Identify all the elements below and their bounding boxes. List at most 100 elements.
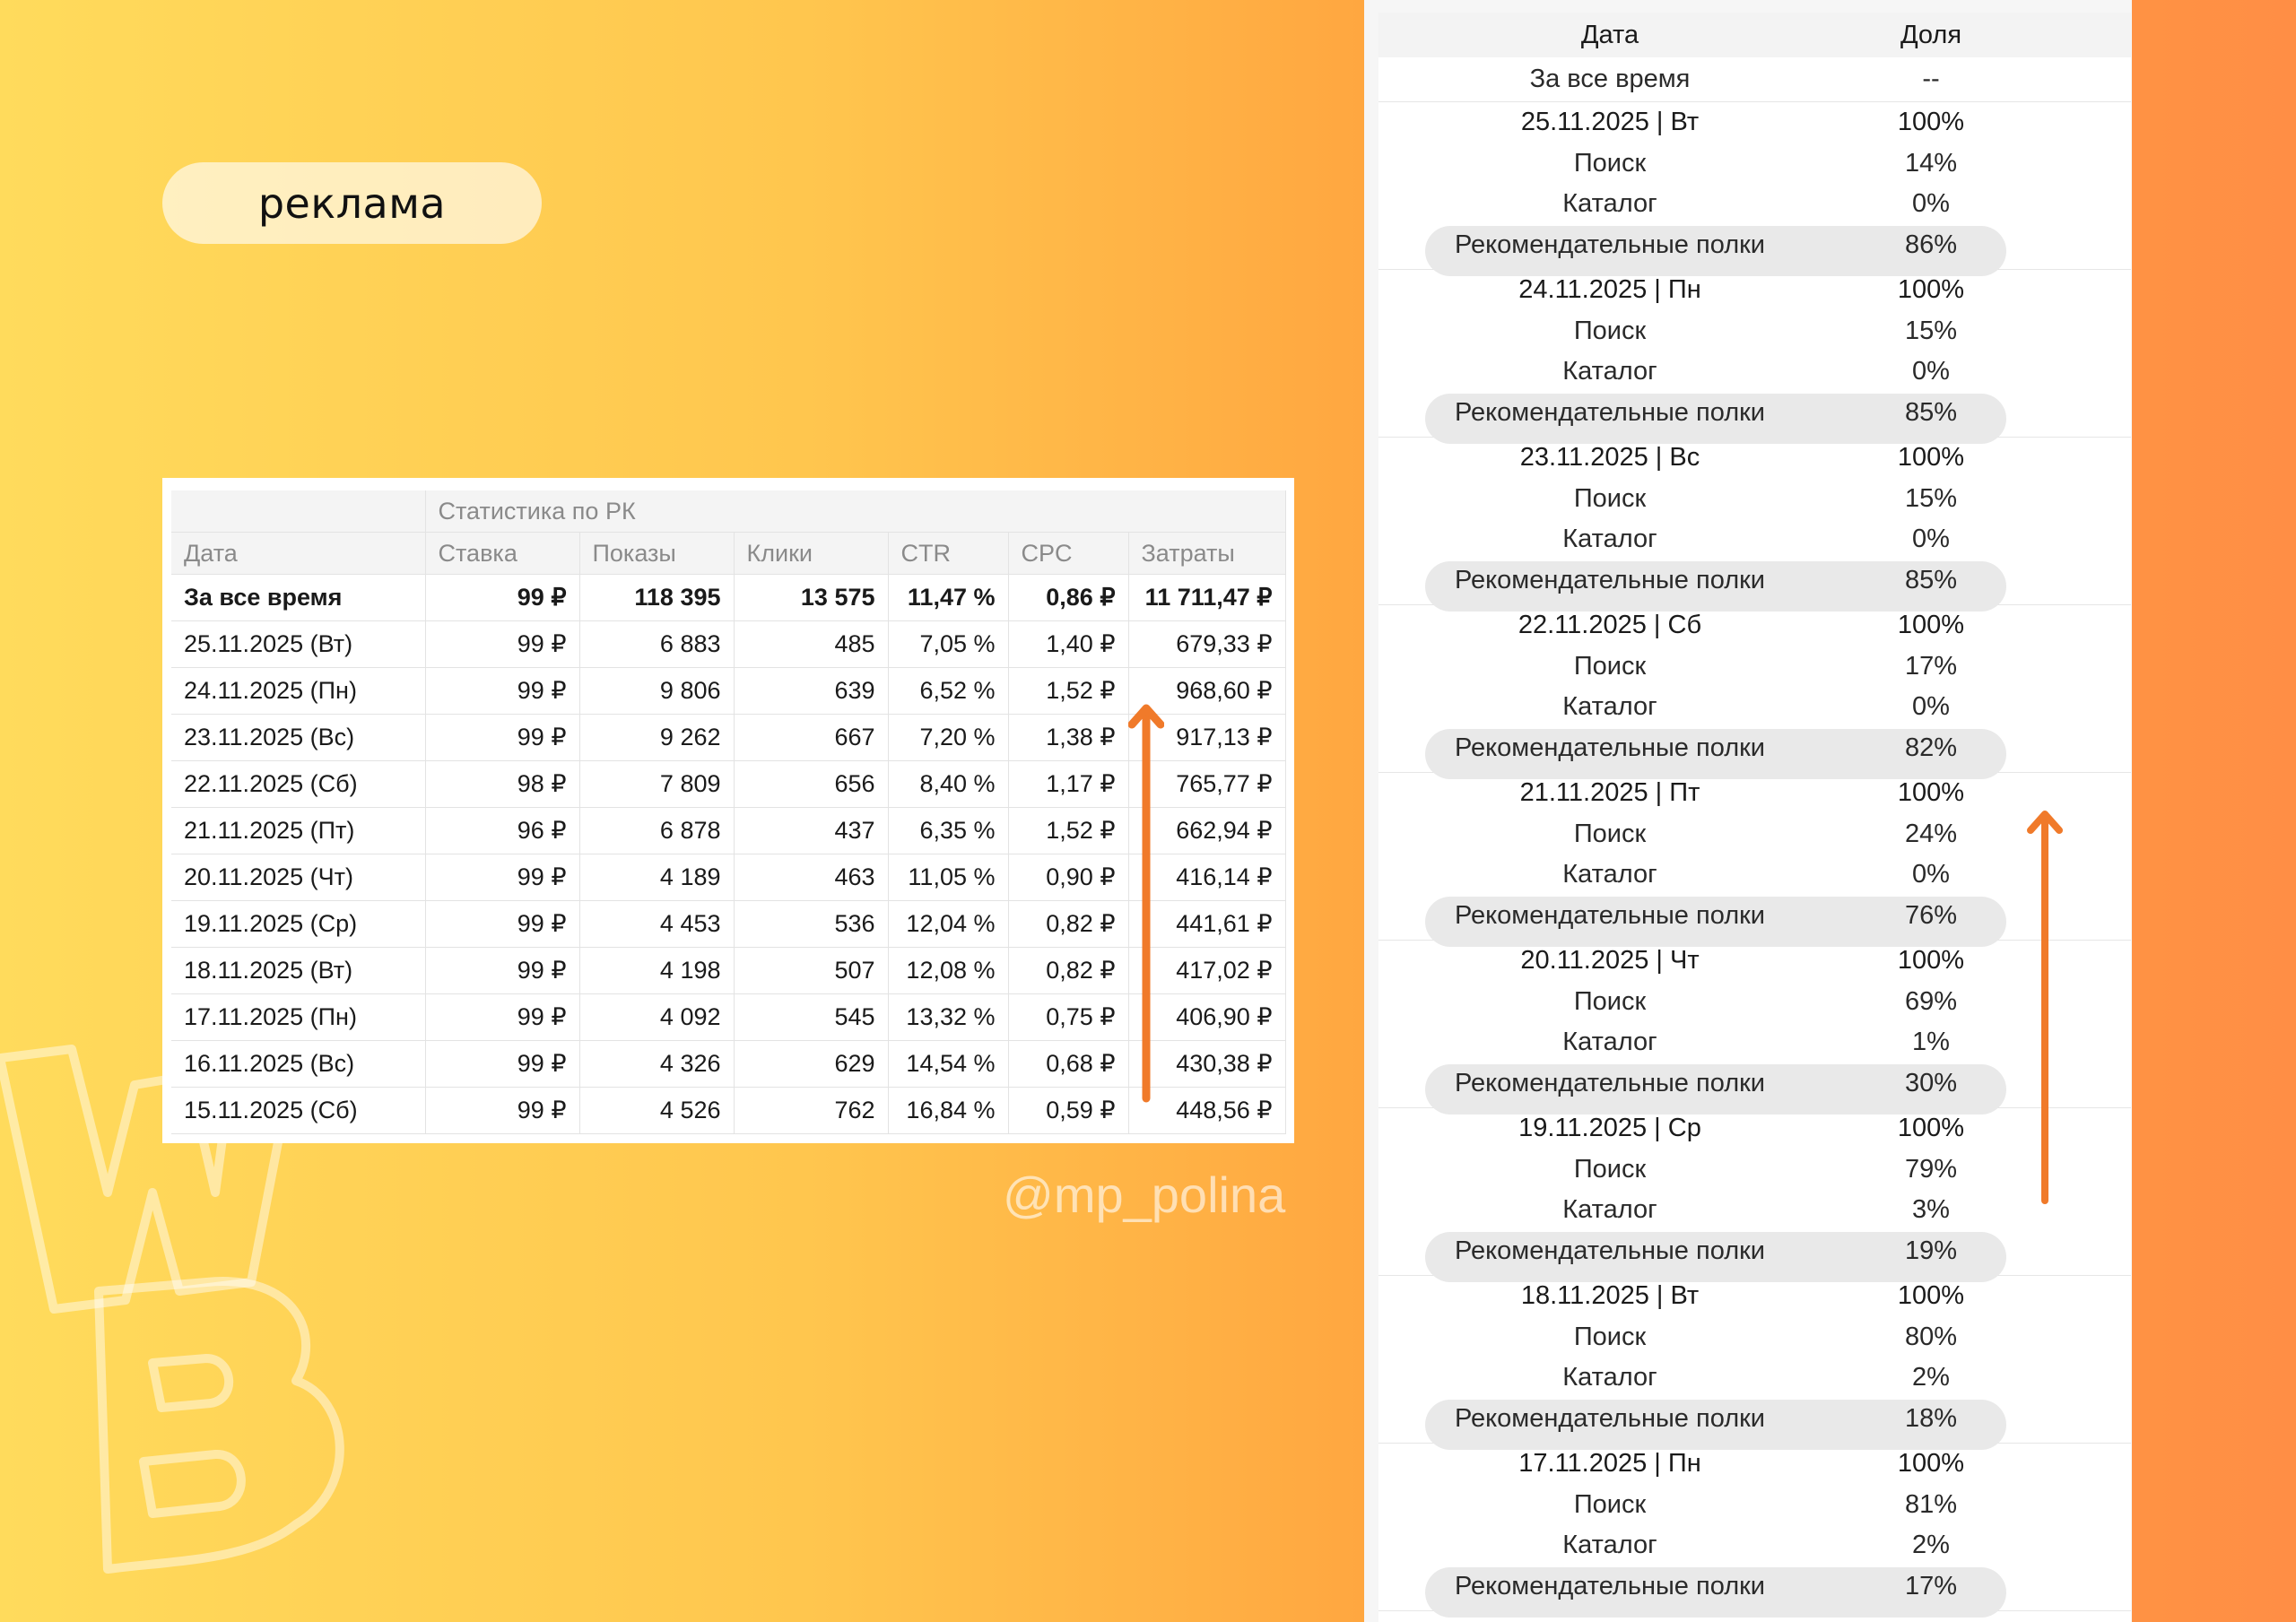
column-header[interactable]: Клики [734, 532, 889, 575]
share-search-row: Поиск 15% [1378, 311, 2131, 352]
share-value: 100% [1897, 1449, 1965, 1479]
share-search-row: Поиск 81% [1378, 1485, 2131, 1526]
share-date-row: 25.11.2025 | Вт 100% [1378, 102, 2131, 143]
share-label: Рекомендательные полки [1454, 1068, 1766, 1097]
share-total-value: -- [1922, 65, 1940, 93]
share-label: Поиск [1573, 1489, 1647, 1519]
column-header[interactable]: CPC [1008, 532, 1129, 575]
share-label: Каталог [1562, 1363, 1657, 1392]
share-value: 76% [1904, 900, 1958, 930]
share-date-row: 21.11.2025 | Пт 100% [1378, 773, 2131, 814]
table-row: 23.11.2025 (Вс) 99 ₽9 262 667 7,20 % 1,38 ₽9… [171, 714, 1286, 761]
cell-ctr: 6,35 % [888, 807, 1009, 854]
table-row: 24.11.2025 (Пн) 99 ₽9 806 639 6,52 % 1,52 ₽9… [171, 667, 1286, 715]
cell-rate: 99 ₽ [425, 1087, 580, 1134]
cell-date: 22.11.2025 (Сб) [171, 760, 426, 808]
table-row: 17.11.2025 (Пн) 99 ₽4 092 545 13,32 % 0,75 ₽… [171, 993, 1286, 1041]
share-date-group: 23.11.2025 | Вс 100% Поиск 15% Каталог 0% Реко… [1378, 438, 2131, 612]
cell-clicks: 656 [734, 760, 889, 808]
corner-cell [171, 490, 426, 533]
cell-clicks: 762 [734, 1087, 889, 1134]
column-header[interactable]: CTR [888, 532, 1009, 575]
share-date-row: 20.11.2025 | Чт 100% [1378, 941, 2131, 982]
cell-views: 118 395 [579, 574, 735, 621]
share-label: Рекомендательные полки [1454, 397, 1766, 427]
cell-rate: 99 ₽ [425, 714, 580, 761]
table-row: 19.11.2025 (Ср) 99 ₽4 453 536 12,04 % 0,82 ₽… [171, 900, 1286, 948]
share-label: 23.11.2025 | Вс [1519, 443, 1700, 473]
trend-arrow-icon [2027, 811, 2063, 1204]
share-value: 85% [1904, 565, 1958, 594]
cell-rate: 99 ₽ [425, 947, 580, 994]
share-rec-row: Рекомендательные полки 85% [1378, 560, 2131, 612]
share-date-row: 17.11.2025 | Пн 100% [1378, 1444, 2131, 1485]
share-value: 0% [1912, 357, 1950, 386]
share-search-row: Поиск 17% [1378, 646, 2131, 688]
cell-ctr: 12,04 % [888, 900, 1009, 948]
share-header-row: Дата Доля [1378, 13, 2131, 57]
table-row: 25.11.2025 (Вт) 99 ₽6 883 485 7,05 % 1,40 ₽6… [171, 620, 1286, 668]
cell-ctr: 11,05 % [888, 854, 1009, 901]
share-search-row: Поиск 14% [1378, 143, 2131, 185]
share-value: 100% [1897, 946, 1965, 976]
column-header[interactable]: Дата [171, 532, 426, 575]
trend-arrow-icon [1128, 704, 1164, 1103]
share-label: Каталог [1562, 1195, 1657, 1225]
column-header[interactable]: Ставка [425, 532, 580, 575]
share-search-row: Поиск 69% [1378, 982, 2131, 1023]
share-label: Поиск [1573, 819, 1647, 848]
cell-clicks: 437 [734, 807, 889, 854]
column-header[interactable]: Показы [579, 532, 735, 575]
share-value: 0% [1912, 189, 1950, 219]
share-rec-row: Рекомендательные полки 19% [1378, 1231, 2131, 1282]
cell-ctr: 7,20 % [888, 714, 1009, 761]
cell-rate: 99 ₽ [425, 620, 580, 668]
share-rec-row: Рекомендательные полки 30% [1378, 1063, 2131, 1115]
share-value: 24% [1904, 819, 1958, 848]
cell-clicks: 13 575 [734, 574, 889, 621]
column-header[interactable]: Затраты [1128, 532, 1286, 575]
table-row: 15.11.2025 (Сб) 99 ₽4 526 762 16,84 % 0,59 ₽… [171, 1087, 1286, 1134]
table-row: 21.11.2025 (Пт) 96 ₽6 878 437 6,35 % 1,52 ₽6… [171, 807, 1286, 854]
cell-date: 21.11.2025 (Пт) [171, 807, 426, 854]
share-value: 81% [1904, 1489, 1958, 1519]
cell-rate: 99 ₽ [425, 1040, 580, 1088]
share-date-group: 18.11.2025 | Вт 100% Поиск 80% Каталог 2% Реко… [1378, 1276, 2131, 1450]
cell-views: 4 092 [579, 993, 735, 1041]
cell-cpc: 0,82 ₽ [1008, 947, 1129, 994]
cell-views: 4 453 [579, 900, 735, 948]
share-label: Каталог [1562, 1028, 1657, 1057]
cell-views: 4 189 [579, 854, 735, 901]
share-value: 100% [1897, 778, 1965, 808]
share-label: 22.11.2025 | Сб [1518, 611, 1702, 640]
share-value: 0% [1912, 692, 1950, 722]
share-label: Рекомендательные полки [1454, 900, 1766, 930]
cell-ctr: 14,54 % [888, 1040, 1009, 1088]
share-value: 79% [1904, 1154, 1958, 1184]
cell-views: 9 262 [579, 714, 735, 761]
share-value: 18% [1904, 1403, 1958, 1433]
share-value: 100% [1897, 443, 1965, 473]
share-label: 25.11.2025 | Вт [1520, 108, 1700, 137]
share-label: Поиск [1573, 986, 1647, 1016]
share-label: 21.11.2025 | Пт [1519, 778, 1700, 808]
share-date-row: 22.11.2025 | Сб 100% [1378, 605, 2131, 646]
share-value: 17% [1904, 651, 1958, 681]
share-date-group: 17.11.2025 | Пн 100% Поиск 81% Каталог 2% Реко… [1378, 1444, 2131, 1618]
share-value: 0% [1912, 860, 1950, 889]
cell-clicks: 485 [734, 620, 889, 668]
share-date-group: 21.11.2025 | Пт 100% Поиск 24% Каталог 0% Реко… [1378, 773, 2131, 947]
cell-cpc: 0,68 ₽ [1008, 1040, 1129, 1088]
share-label: Поиск [1573, 483, 1647, 513]
share-value: 3% [1912, 1195, 1950, 1225]
cell-date: 15.11.2025 (Сб) [171, 1087, 426, 1134]
share-value: 100% [1897, 1281, 1965, 1311]
share-label: Каталог [1562, 692, 1657, 722]
share-date-row: 24.11.2025 | Пн 100% [1378, 270, 2131, 311]
share-label: Поиск [1573, 651, 1647, 681]
share-label: Поиск [1573, 316, 1647, 345]
share-label: Рекомендательные полки [1454, 230, 1766, 259]
share-date-group: 20.11.2025 | Чт 100% Поиск 69% Каталог 1% Реко… [1378, 941, 2131, 1115]
share-date-group: 19.11.2025 | Ср 100% Поиск 79% Каталог 3% Реко… [1378, 1108, 2131, 1282]
share-label: 19.11.2025 | Ср [1518, 1114, 1701, 1143]
